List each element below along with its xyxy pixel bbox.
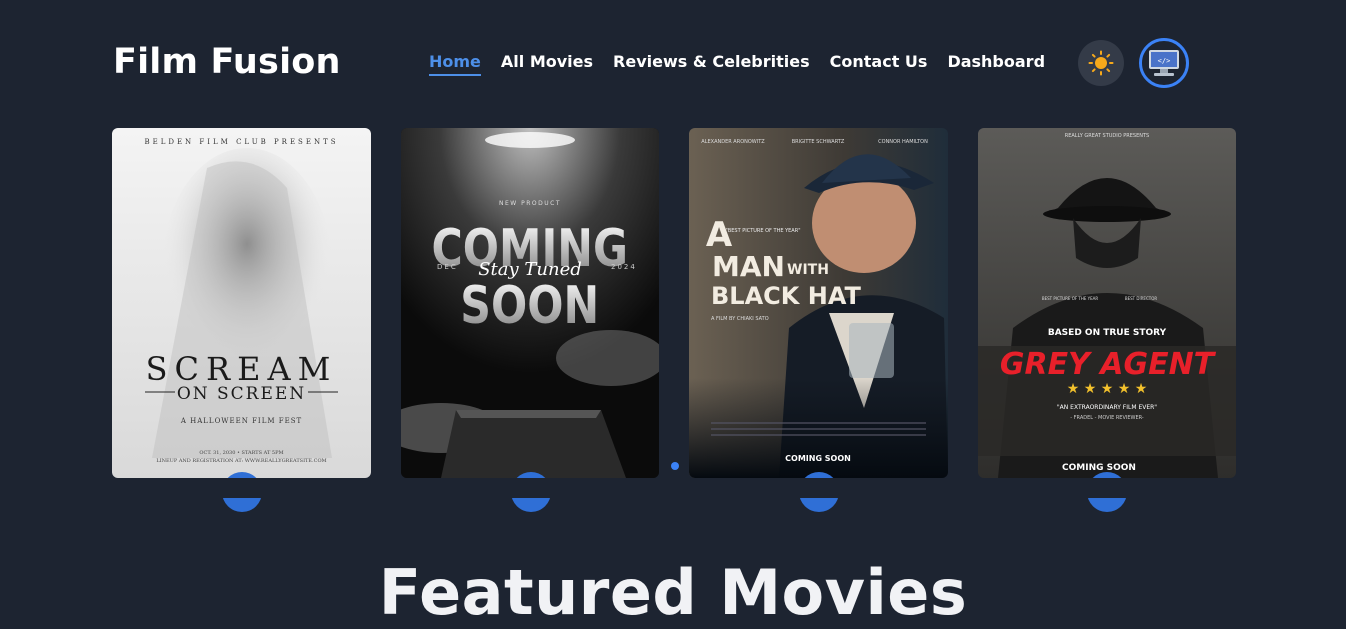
poster-coming-soon[interactable]: NEW PRODUCT COMING SOON Stay Tuned DEC 2…	[401, 128, 659, 478]
poster-row-mask	[0, 478, 1346, 498]
poster-title-black-hat: BLACK HAT	[711, 282, 862, 310]
award-1: BEST PICTURE OF THE YEAR	[1042, 296, 1099, 301]
poster-title-with: WITH	[787, 262, 829, 278]
poster-kicker: BELDEN FILM CLUB PRESENTS	[144, 138, 338, 146]
poster-script: Stay Tuned	[478, 259, 582, 280]
featured-movies-heading: Featured Movies	[378, 556, 968, 629]
poster-footer: COMING SOON	[1062, 463, 1136, 473]
nav-reviews-celebrities[interactable]: Reviews & Celebrities	[613, 52, 810, 76]
poster-title-line1: SCREAM	[146, 350, 338, 388]
carousel-dot[interactable]	[671, 462, 679, 470]
poster-title-man: MAN	[712, 250, 785, 283]
poster-subtitle: A HALLOWEEN FILM FEST	[180, 417, 302, 425]
main-nav: Home All Movies Reviews & Celebrities Co…	[429, 52, 1045, 76]
poster-reviewer: - FRADEL - MOVIE REVIEWER-	[1070, 415, 1144, 421]
site-header: Film Fusion Home All Movies Reviews & Ce…	[0, 0, 1346, 128]
cast-name-1: ALEXANDER ARONOWITZ	[701, 139, 765, 145]
poster-quote: "AN EXTRAORDINARY FILM EVER"	[1057, 404, 1157, 411]
brand-logo[interactable]: Film Fusion	[113, 42, 341, 82]
poster-title-a: A	[706, 215, 733, 255]
poster-title-line2: SOON	[460, 276, 599, 336]
poster-year: 2024	[611, 263, 637, 271]
poster-title-line2: ON SCREEN	[177, 384, 306, 404]
sun-icon	[1088, 50, 1114, 76]
computer-icon: </>	[1149, 50, 1179, 76]
poster-man-with-black-hat[interactable]: ALEXANDER ARONOWITZ BRIGITTE SCHWARTZ CO…	[689, 128, 948, 478]
svg-text:</>: </>	[1158, 57, 1171, 65]
poster-credit: A FILM BY CHIAKI SATO	[711, 316, 769, 322]
theme-toggle-button[interactable]	[1078, 40, 1124, 86]
award-laurel: "BEST PICTURE OF THE YEAR"	[726, 228, 801, 234]
nav-dashboard[interactable]: Dashboard	[947, 52, 1045, 76]
cast-name-3: CONNOR HAMILTON	[878, 139, 928, 145]
poster-date: OCT. 31, 2030 • STARTS AT 5PM	[199, 450, 283, 456]
nav-contact-us[interactable]: Contact Us	[830, 52, 928, 76]
poster-month: DEC	[437, 263, 458, 271]
poster-kicker: REALLY GREAT STUDIO PRESENTS	[1065, 133, 1149, 139]
nav-home[interactable]: Home	[429, 52, 481, 76]
poster-footer: COMING SOON	[785, 454, 851, 463]
user-avatar-button[interactable]: </>	[1139, 38, 1189, 88]
poster-grey-agent[interactable]: REALLY GREAT STUDIO PRESENTS BEST PICTUR…	[978, 128, 1236, 478]
award-2: BEST DIRECTOR	[1125, 296, 1157, 301]
poster-scream-on-screen[interactable]: BELDEN FILM CLUB PRESENTS SCREAM ON SCRE…	[112, 128, 371, 478]
cast-name-2: BRIGITTE SCHWARTZ	[792, 139, 845, 145]
poster-registration: LINEUP AND REGISTRATION AT: WWW.REALLYGR…	[156, 458, 326, 464]
nav-all-movies[interactable]: All Movies	[501, 52, 593, 76]
rating-stars: ★ ★ ★ ★ ★	[1067, 381, 1148, 397]
poster-tagline: BASED ON TRUE STORY	[1048, 328, 1167, 338]
poster-title: GREY AGENT	[1000, 347, 1217, 382]
poster-kicker: NEW PRODUCT	[499, 200, 561, 207]
